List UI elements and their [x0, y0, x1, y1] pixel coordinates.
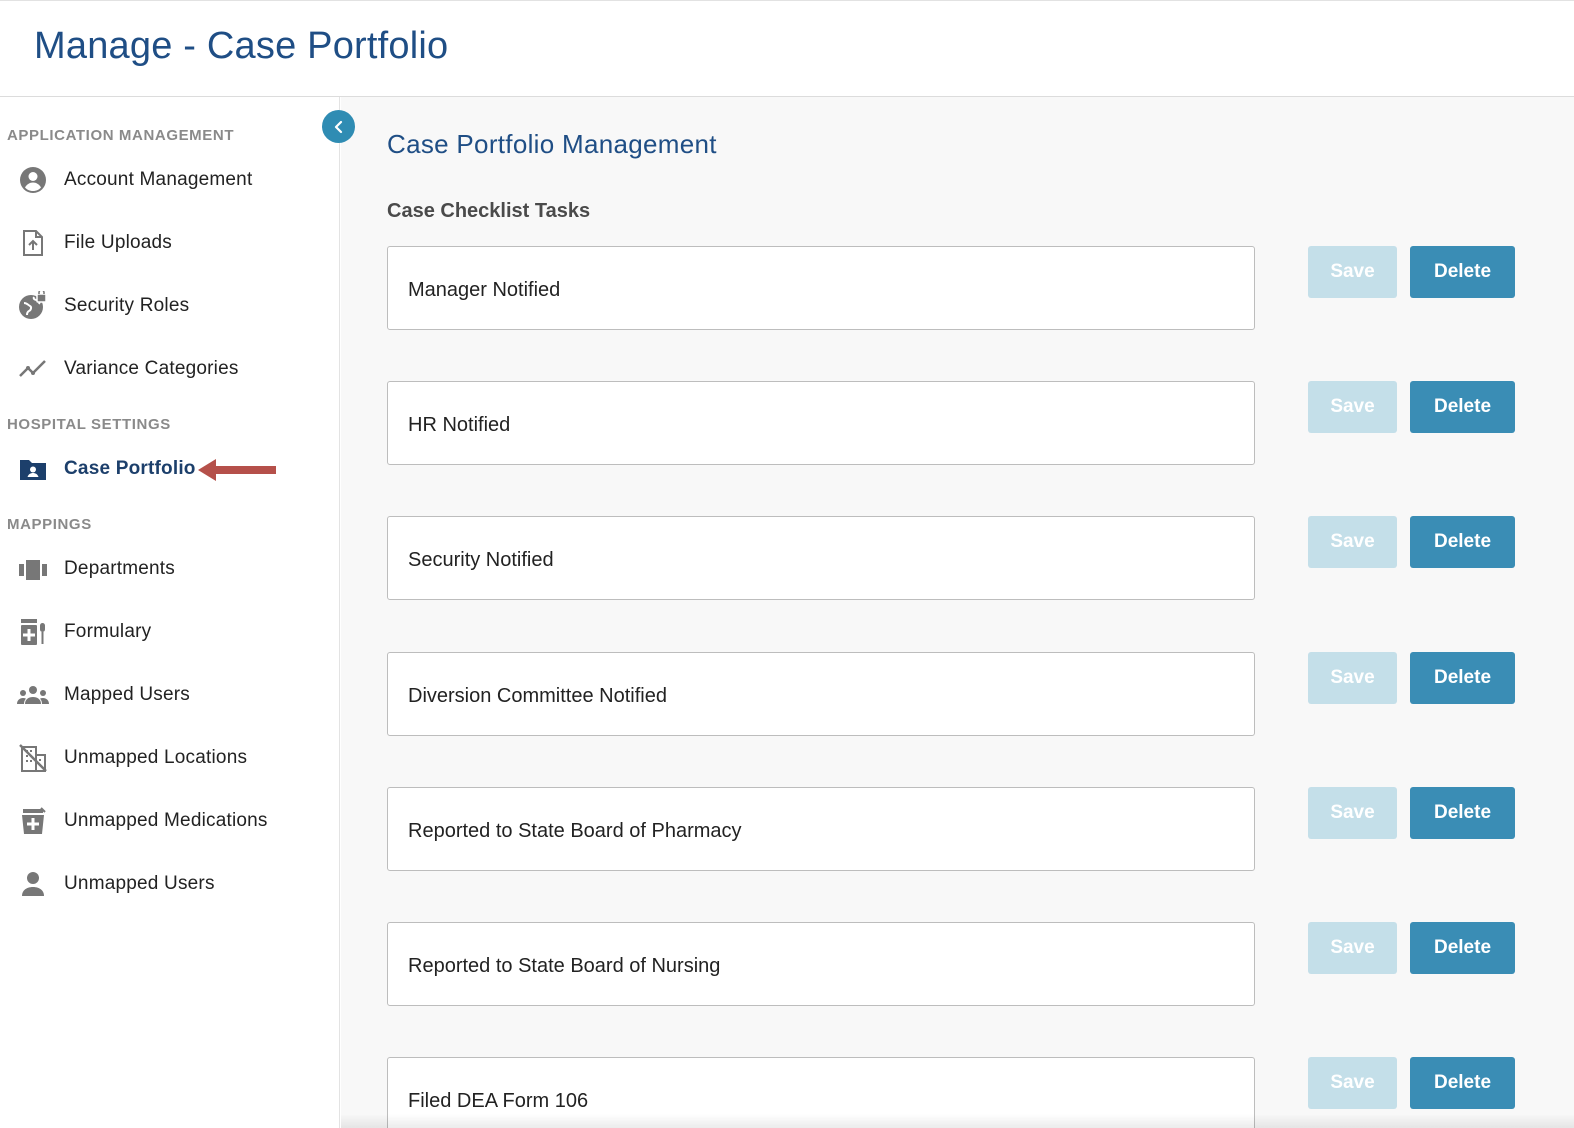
sidebar-item-mapped-users[interactable]: Mapped Users	[0, 673, 330, 717]
save-button[interactable]: Save	[1308, 922, 1397, 974]
sidebar-item-file-uploads[interactable]: File Uploads	[0, 221, 330, 265]
unmapped-building-icon	[17, 744, 49, 772]
task-row: Save Delete	[387, 652, 1517, 736]
delete-button[interactable]: Delete	[1410, 516, 1515, 568]
sidebar-item-label: Account Management	[64, 169, 253, 190]
task-input[interactable]	[387, 1057, 1255, 1128]
task-input[interactable]	[387, 381, 1255, 465]
save-button[interactable]: Save	[1308, 652, 1397, 704]
collapse-sidebar-button[interactable]	[322, 110, 355, 143]
group-users-icon	[17, 681, 49, 709]
departments-icon	[17, 555, 49, 583]
checklist-tasks-heading: Case Checklist Tasks	[387, 200, 591, 222]
save-button[interactable]: Save	[1308, 381, 1397, 433]
sidebar-item-unmapped-locations[interactable]: Unmapped Locations	[0, 736, 330, 780]
chevron-left-icon	[334, 120, 342, 133]
sidebar-item-departments[interactable]: Departments	[0, 547, 330, 591]
sidebar-item-case-portfolio[interactable]: Case Portfolio	[0, 447, 330, 491]
sidebar-item-label: Unmapped Users	[64, 873, 215, 894]
task-row: Save Delete	[387, 787, 1517, 871]
sidebar-item-label: Security Roles	[64, 295, 190, 316]
task-row: Save Delete	[387, 516, 1517, 600]
sidebar-item-label: Unmapped Locations	[64, 747, 248, 768]
delete-button[interactable]: Delete	[1410, 652, 1515, 704]
formulary-icon	[17, 618, 49, 646]
sidebar-item-label: Formulary	[64, 621, 152, 642]
folder-user-icon	[17, 455, 49, 483]
sidebar-item-security-roles[interactable]: Security Roles	[0, 284, 330, 328]
section-title-application-management: APPLICATION MANAGEMENT	[7, 127, 235, 144]
task-input[interactable]	[387, 922, 1255, 1006]
sidebar-item-label: Case Portfolio	[64, 458, 196, 479]
task-row: Save Delete	[387, 381, 1517, 465]
task-input[interactable]	[387, 787, 1255, 871]
sidebar-item-unmapped-medications[interactable]: Unmapped Medications	[0, 799, 330, 843]
person-icon	[17, 870, 49, 898]
annotation-arrow-icon	[198, 459, 276, 481]
delete-button[interactable]: Delete	[1410, 922, 1515, 974]
save-button[interactable]: Save	[1308, 516, 1397, 568]
delete-button[interactable]: Delete	[1410, 246, 1515, 298]
sidebar-item-unmapped-users[interactable]: Unmapped Users	[0, 862, 330, 906]
main-content: Case Portfolio Management Case Checklist…	[341, 97, 1574, 1128]
page-title: Manage - Case Portfolio	[34, 25, 449, 67]
save-button[interactable]: Save	[1308, 1057, 1397, 1109]
sidebar: APPLICATION MANAGEMENT Account Managemen…	[0, 97, 340, 1128]
sidebar-item-label: File Uploads	[64, 232, 173, 253]
task-row: Save Delete	[387, 1057, 1517, 1128]
delete-button[interactable]: Delete	[1410, 381, 1515, 433]
sidebar-item-formulary[interactable]: Formulary	[0, 610, 330, 654]
sidebar-item-label: Variance Categories	[64, 358, 239, 379]
task-row: Save Delete	[387, 246, 1517, 330]
sidebar-item-label: Mapped Users	[64, 684, 190, 705]
sidebar-item-label: Unmapped Medications	[64, 810, 268, 831]
sidebar-item-account-management[interactable]: Account Management	[0, 158, 330, 202]
delete-button[interactable]: Delete	[1410, 787, 1515, 839]
section-heading: Case Portfolio Management	[387, 129, 717, 159]
task-input[interactable]	[387, 516, 1255, 600]
task-input[interactable]	[387, 652, 1255, 736]
unmapped-medication-icon	[17, 807, 49, 835]
security-globe-icon	[17, 291, 49, 320]
trend-line-icon	[17, 355, 49, 383]
section-title-mappings: MAPPINGS	[7, 516, 92, 533]
task-row: Save Delete	[387, 922, 1517, 1006]
page-header: Manage - Case Portfolio	[0, 1, 1574, 97]
delete-button[interactable]: Delete	[1410, 1057, 1515, 1109]
task-input[interactable]	[387, 246, 1255, 330]
sidebar-item-variance-categories[interactable]: Variance Categories	[0, 347, 330, 391]
save-button[interactable]: Save	[1308, 246, 1397, 298]
account-circle-icon	[17, 166, 49, 194]
sidebar-item-label: Departments	[64, 558, 175, 579]
save-button[interactable]: Save	[1308, 787, 1397, 839]
file-upload-icon	[17, 229, 49, 257]
section-title-hospital-settings: HOSPITAL SETTINGS	[7, 416, 171, 433]
